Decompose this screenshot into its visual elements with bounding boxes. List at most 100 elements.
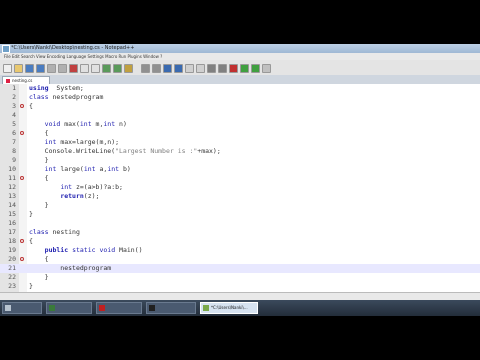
- code-text: public static void Main(): [29, 246, 143, 255]
- taskbar-app-icon: [49, 305, 55, 311]
- toolbar-button-icon[interactable]: [69, 64, 78, 73]
- taskbar-button[interactable]: [46, 302, 92, 314]
- code-line[interactable]: 6 {: [0, 129, 480, 138]
- toolbar-button-icon[interactable]: [152, 64, 161, 73]
- code-line[interactable]: 22 }: [0, 273, 480, 282]
- code-line[interactable]: 20 {: [0, 255, 480, 264]
- code-text: int large(int a,int b): [29, 165, 131, 174]
- notepad-window: *C:\Users\Nanki\Desktop\nesting.cs - Not…: [0, 44, 480, 316]
- toolbar-button-icon[interactable]: [240, 64, 249, 73]
- code-text: class nesting: [29, 228, 80, 237]
- toolbar-button-icon[interactable]: [174, 64, 183, 73]
- toolbar-button-icon[interactable]: [36, 64, 45, 73]
- code-token: System;: [48, 84, 84, 92]
- fold-marker-icon[interactable]: [20, 131, 24, 135]
- menu-items[interactable]: File Edit Search View Encoding Language …: [4, 53, 162, 60]
- code-line[interactable]: 21 nestedprogram: [0, 264, 480, 273]
- taskbar-button[interactable]: *C:\Users\Nanki\...: [200, 302, 258, 314]
- toolbar-button-icon[interactable]: [207, 64, 216, 73]
- code-text: {: [29, 255, 49, 264]
- keyword: static: [72, 246, 96, 254]
- code-token: nestedprogram: [48, 93, 104, 101]
- line-number: 6: [12, 129, 16, 137]
- toolbar-button-icon[interactable]: [124, 64, 133, 73]
- taskbar-button[interactable]: [2, 302, 42, 314]
- code-line[interactable]: 18 {: [0, 237, 480, 246]
- line-number: 11: [8, 174, 16, 182]
- code-line[interactable]: 17 class nesting: [0, 228, 480, 237]
- toolbar-button-icon[interactable]: [163, 64, 172, 73]
- fold-marker-icon[interactable]: [20, 104, 24, 108]
- code-line[interactable]: 7 int max=large(m,n);: [0, 138, 480, 147]
- code-line[interactable]: 10 int large(int a,int b): [0, 165, 480, 174]
- code-line[interactable]: 5 void max(int m,int n): [0, 120, 480, 129]
- taskbar-button[interactable]: [96, 302, 142, 314]
- fold-marker-icon[interactable]: [20, 239, 24, 243]
- code-token: +max);: [197, 147, 221, 155]
- code-line[interactable]: 4: [0, 111, 480, 120]
- code-line[interactable]: 14 }: [0, 201, 480, 210]
- tab-nesting-cs[interactable]: nesting.cs: [2, 76, 50, 84]
- toolbar-button-icon[interactable]: [80, 64, 89, 73]
- code-line[interactable]: 1 using System;: [0, 84, 480, 93]
- code-token: }: [29, 210, 33, 218]
- code-token: max=large(m,n);: [56, 138, 120, 146]
- taskbar-app-icon: [99, 305, 105, 311]
- toolbar-button-icon[interactable]: [102, 64, 111, 73]
- code-line[interactable]: 12 int z=(a>b)?a:b;: [0, 183, 480, 192]
- toolbar-button-icon[interactable]: [25, 64, 34, 73]
- line-number: 23: [8, 282, 16, 290]
- code-token: nestedprogram: [29, 264, 112, 272]
- code-token: }: [29, 201, 49, 209]
- keyword: int: [44, 165, 57, 173]
- taskbar-label: *C:\Users\Nanki\...: [211, 305, 248, 310]
- code-token: large(: [56, 165, 84, 173]
- line-number: 20: [8, 255, 16, 263]
- app-icon: [2, 45, 10, 53]
- toolbar-button-icon[interactable]: [58, 64, 67, 73]
- toolbar-button-icon[interactable]: [14, 64, 23, 73]
- keyword: class: [29, 93, 49, 101]
- code-editor[interactable]: 1 using System; 2 class nestedprogram 3{4 5 v…: [0, 84, 480, 292]
- toolbar-button-icon[interactable]: [91, 64, 100, 73]
- code-line[interactable]: 15}: [0, 210, 480, 219]
- fold-marker-icon[interactable]: [20, 257, 24, 261]
- window-title: *C:\Users\Nanki\Desktop\nesting.cs - Not…: [11, 45, 135, 51]
- keyword: int: [107, 165, 120, 173]
- toolbar-button-icon[interactable]: [47, 64, 56, 73]
- toolbar-button-icon[interactable]: [262, 64, 271, 73]
- code-token: max(: [60, 120, 80, 128]
- code-line[interactable]: 9 }: [0, 156, 480, 165]
- keyword: int: [103, 120, 116, 128]
- toolbar-button-icon[interactable]: [218, 64, 227, 73]
- line-number: 12: [8, 183, 16, 191]
- toolbar-button-icon[interactable]: [185, 64, 194, 73]
- menu-bar: File Edit Search View Encoding Language …: [0, 53, 480, 60]
- line-number: 17: [8, 228, 16, 236]
- code-line[interactable]: 23}: [0, 282, 480, 291]
- code-line[interactable]: 3{: [0, 102, 480, 111]
- code-token: Main(): [115, 246, 143, 254]
- code-line[interactable]: 19 public static void Main(): [0, 246, 480, 255]
- toolbar-button-icon[interactable]: [251, 64, 260, 73]
- code-line[interactable]: 16: [0, 219, 480, 228]
- tab-bar: nesting.cs: [0, 75, 480, 84]
- code-line[interactable]: 2 class nestedprogram: [0, 93, 480, 102]
- code-token: nesting: [48, 228, 80, 236]
- line-number: 7: [12, 138, 16, 146]
- taskbar-button[interactable]: [146, 302, 196, 314]
- code-line[interactable]: 8 Console.WriteLine("Largest Number is :…: [0, 147, 480, 156]
- toolbar-button-icon[interactable]: [196, 64, 205, 73]
- code-text: Console.WriteLine("Largest Number is :"+…: [29, 147, 221, 156]
- keyword: void: [44, 120, 61, 128]
- toolbar-button-icon[interactable]: [229, 64, 238, 73]
- toolbar-button-icon[interactable]: [3, 64, 12, 73]
- code-text: }: [29, 156, 49, 165]
- toolbar-button-icon[interactable]: [141, 64, 150, 73]
- toolbar-button-icon[interactable]: [113, 64, 122, 73]
- code-line[interactable]: 13 return(z);: [0, 192, 480, 201]
- code-line[interactable]: 11 {: [0, 174, 480, 183]
- code-text: nestedprogram: [29, 264, 111, 273]
- fold-marker-icon[interactable]: [20, 176, 24, 180]
